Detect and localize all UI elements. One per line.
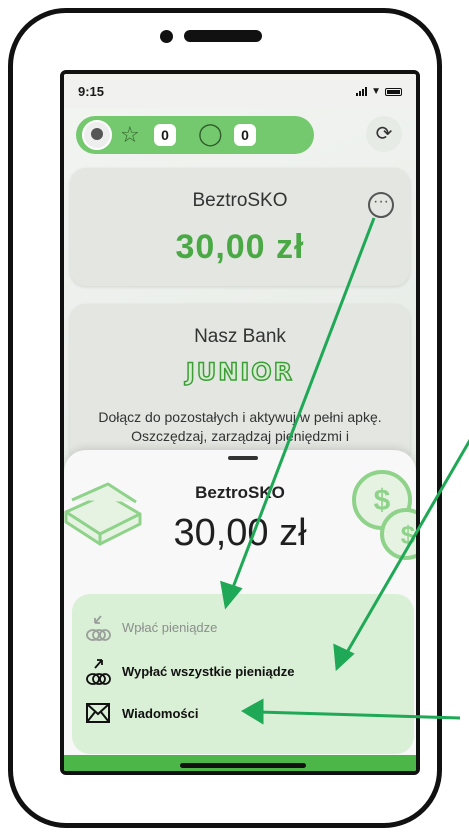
arrow-messages xyxy=(257,710,461,720)
arrow-withdraw xyxy=(344,439,469,655)
arrow-deposit-head xyxy=(220,580,243,610)
arrow-deposit xyxy=(230,217,376,591)
annotation-arrows xyxy=(220,217,469,725)
arrow-messages-head xyxy=(241,698,264,725)
